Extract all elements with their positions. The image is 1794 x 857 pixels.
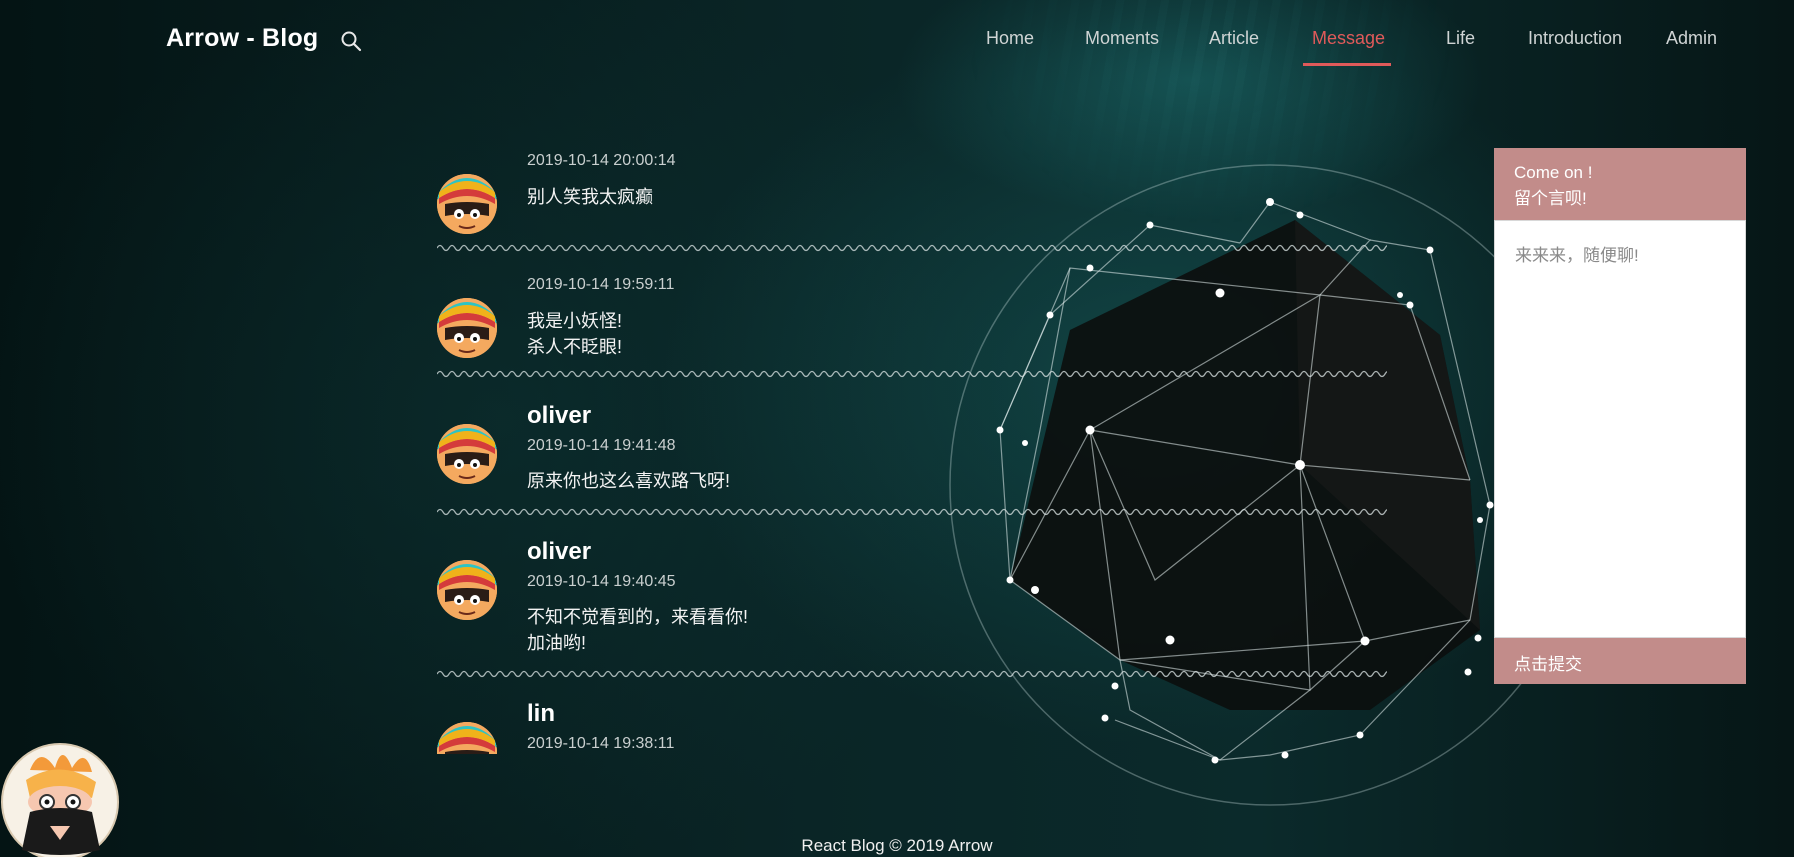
- avatar: [437, 560, 497, 620]
- avatar: [437, 722, 497, 754]
- wave-divider: [437, 508, 1387, 516]
- message-content: 不知不觉看到的，来看看你! 加油哟!: [527, 604, 748, 656]
- message-line: 我是小妖怪!: [527, 311, 623, 331]
- message-time: 2019-10-14 19:41:48: [527, 437, 676, 454]
- nav-item-admin[interactable]: Admin: [1666, 28, 1717, 49]
- message-textarea[interactable]: [1495, 221, 1745, 637]
- site-logo[interactable]: Arrow - Blog: [166, 24, 318, 53]
- message-time: 2019-10-14 20:00:14: [527, 152, 676, 169]
- submit-button[interactable]: 点击提交: [1494, 638, 1746, 684]
- avatar: [437, 298, 497, 358]
- message-line: 不知不觉看到的，来看看你!: [527, 607, 748, 627]
- active-nav-underline: [1303, 63, 1391, 66]
- message-username: oliver: [527, 402, 592, 429]
- message-line: 杀人不眨眼!: [527, 337, 623, 357]
- search-icon[interactable]: [340, 30, 362, 52]
- wave-divider: [437, 370, 1387, 378]
- message-textarea-wrap: [1494, 220, 1746, 638]
- message-form-header: Come on ! 留个言呗!: [1494, 148, 1746, 220]
- message-content: 别人笑我太疯癫: [527, 184, 653, 210]
- form-title-line1: Come on !: [1514, 163, 1593, 182]
- message-line: 加油哟!: [527, 633, 587, 653]
- message-content: 我是小妖怪! 杀人不眨眼!: [527, 308, 622, 360]
- message-time: 2019-10-14 19:40:45: [527, 573, 676, 590]
- nav-item-home[interactable]: Home: [986, 28, 1034, 49]
- wave-divider: [437, 670, 1387, 678]
- message-time: 2019-10-14 19:59:11: [527, 276, 675, 293]
- mascot-avatar-icon[interactable]: [0, 740, 120, 857]
- site-header: Arrow - Blog Home Moments Article Messag…: [0, 0, 1794, 80]
- message-username: oliver: [527, 538, 592, 565]
- avatar: [437, 174, 497, 234]
- nav-item-article[interactable]: Article: [1209, 28, 1259, 49]
- nav-item-message[interactable]: Message: [1312, 28, 1385, 49]
- wave-divider: [437, 244, 1387, 252]
- nav-item-moments[interactable]: Moments: [1085, 28, 1159, 49]
- nav-item-life[interactable]: Life: [1446, 28, 1475, 49]
- message-line: 原来你也这么喜欢路飞呀!: [527, 471, 730, 491]
- avatar: [437, 424, 497, 484]
- message-form: Come on ! 留个言呗! 点击提交: [1494, 148, 1746, 684]
- message-content: 原来你也这么喜欢路飞呀!: [527, 468, 730, 494]
- message-time: 2019-10-14 19:38:11: [527, 735, 675, 752]
- message-username: lin: [527, 700, 555, 727]
- message-list[interactable]: 2019-10-14 20:00:14 别人笑我太疯癫 2019-10-14 1…: [437, 150, 1387, 754]
- form-title-line2: 留个言呗!: [1514, 189, 1587, 208]
- message-line: 别人笑我太疯癫: [527, 187, 653, 207]
- site-footer: React Blog © 2019 Arrow: [801, 836, 993, 855]
- nav-item-introduction[interactable]: Introduction: [1528, 28, 1622, 49]
